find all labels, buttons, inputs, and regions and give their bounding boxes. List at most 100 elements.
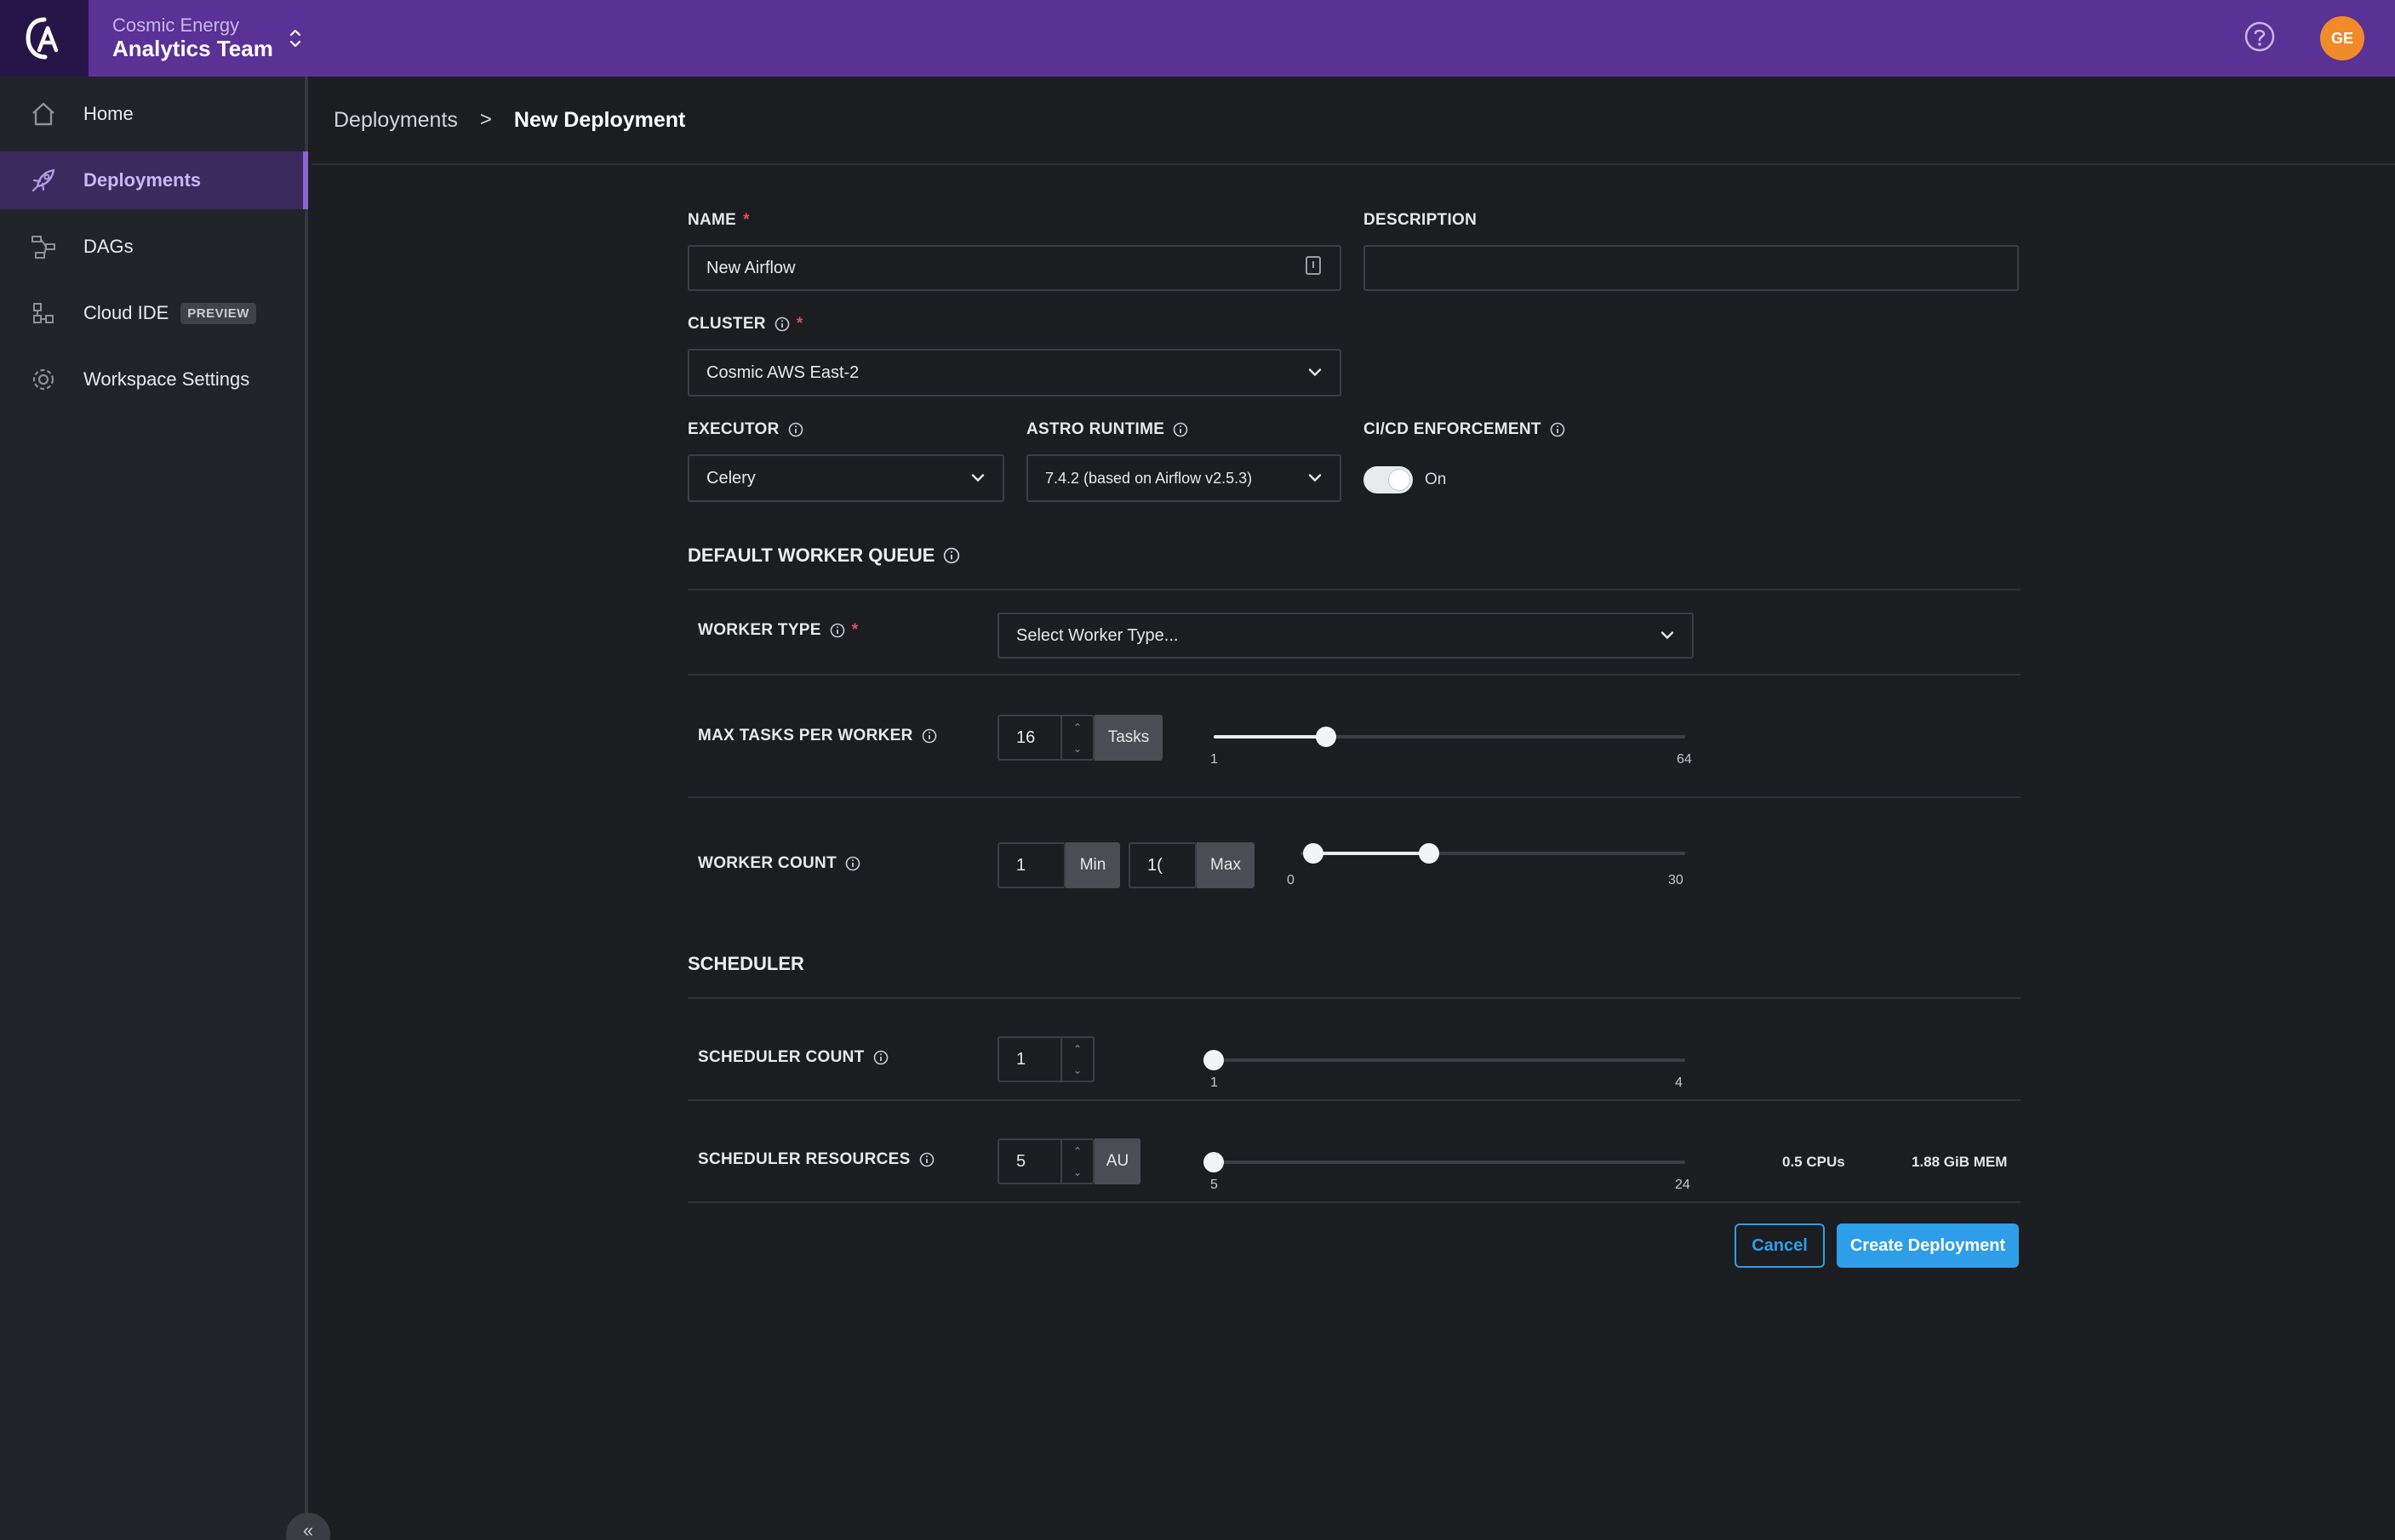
scheduler-count-slider[interactable]: [1203, 1050, 1685, 1070]
worker-type-label: WORKER TYPE *: [698, 621, 859, 639]
info-icon[interactable]: [845, 856, 860, 871]
user-avatar[interactable]: GE: [2320, 16, 2364, 60]
astronomer-logo[interactable]: [0, 0, 89, 77]
max-tasks-value: 16: [1016, 727, 1036, 747]
workspace-name: Analytics Team: [112, 36, 273, 61]
description-field[interactable]: [1363, 245, 2019, 291]
chevron-down-icon: [1660, 626, 1675, 646]
max-tasks-slider[interactable]: [1214, 727, 1685, 747]
info-icon[interactable]: [922, 728, 937, 744]
slider-min-label: 1: [1210, 1075, 1218, 1090]
tasks-unit: Tasks: [1095, 715, 1163, 761]
info-icon[interactable]: [830, 623, 845, 638]
divider: [688, 674, 2021, 676]
sidebar-item-label: Deployments: [83, 169, 202, 191]
astro-runtime-select[interactable]: 7.4.2 (based on Airflow v2.5.3): [1026, 454, 1341, 502]
organization-name: Cosmic Energy: [112, 14, 240, 36]
name-field[interactable]: New Airflow: [688, 245, 1341, 291]
chevron-up-down-icon: [289, 27, 302, 54]
breadcrumb: Deployments > New Deployment: [312, 77, 2395, 165]
dag-icon: [27, 231, 60, 263]
stepper[interactable]: ⌃ ⌄: [1060, 716, 1093, 759]
sidebar-item-label: DAGs: [83, 236, 134, 257]
cluster-value: Cosmic AWS East-2: [706, 362, 860, 382]
slider-min-label: 0: [1287, 873, 1295, 887]
sidebar-item-cloud-ide[interactable]: Cloud IDE PREVIEW: [0, 284, 305, 342]
scheduler-resources-label: SCHEDULER RESOURCES: [698, 1150, 935, 1169]
sidebar-item-dags[interactable]: DAGs: [0, 218, 305, 276]
memory-readout: 1.88 GiB MEM: [1912, 1154, 2008, 1170]
help-icon[interactable]: [2244, 20, 2276, 57]
max-tasks-label: MAX TASKS PER WORKER: [698, 727, 937, 745]
max-unit: Max: [1197, 842, 1255, 888]
worker-type-select[interactable]: Select Worker Type...: [997, 613, 1694, 659]
slider-thumb-max[interactable]: [1418, 843, 1439, 864]
breadcrumb-separator: >: [479, 108, 492, 131]
home-icon: [27, 98, 60, 130]
cicd-enforcement-label: CI/CD ENFORCEMENT: [1363, 420, 1565, 439]
workspace-switcher[interactable]: Cosmic Energy Analytics Team: [112, 15, 302, 61]
scheduler-resources-input[interactable]: 5 ⌃ ⌄: [997, 1138, 1095, 1184]
clipboard-icon[interactable]: [1304, 254, 1323, 282]
worker-count-range-slider[interactable]: [1300, 843, 1685, 864]
slider-thumb-min[interactable]: [1303, 843, 1324, 864]
step-down-icon: ⌄: [1072, 1064, 1083, 1076]
stepper[interactable]: ⌃ ⌄: [1060, 1038, 1093, 1081]
step-down-icon: ⌄: [1072, 742, 1083, 755]
executor-select[interactable]: Celery: [688, 454, 1004, 502]
astro-runtime-value: 7.4.2 (based on Airflow v2.5.3): [1045, 469, 1253, 487]
sidebar-item-home[interactable]: Home: [0, 85, 305, 143]
cluster-label: CLUSTER *: [688, 315, 803, 333]
slider-min-label: 5: [1210, 1178, 1218, 1192]
slider-thumb[interactable]: [1315, 727, 1336, 747]
min-unit: Min: [1066, 842, 1120, 888]
sidebar-item-deployments[interactable]: Deployments: [0, 151, 308, 209]
astro-runtime-label: ASTRO RUNTIME: [1026, 420, 1188, 439]
chevron-down-icon: [1307, 470, 1323, 488]
worker-count-label: WORKER COUNT: [698, 854, 860, 873]
executor-label: EXECUTOR: [688, 420, 803, 439]
divider: [688, 1099, 2021, 1101]
info-icon[interactable]: [943, 547, 960, 564]
cluster-select[interactable]: Cosmic AWS East-2: [688, 349, 1341, 396]
create-deployment-button[interactable]: Create Deployment: [1837, 1223, 2019, 1268]
info-icon[interactable]: [1550, 422, 1565, 437]
worker-count-max-input[interactable]: 1(: [1129, 842, 1197, 888]
info-icon[interactable]: [1173, 422, 1188, 437]
slider-thumb[interactable]: [1203, 1050, 1224, 1070]
sidebar-item-label: Workspace Settings: [83, 368, 250, 390]
rocket-icon: [27, 164, 60, 197]
scheduler-resources-slider[interactable]: [1203, 1152, 1685, 1172]
info-icon[interactable]: [775, 317, 790, 332]
slider-thumb[interactable]: [1203, 1152, 1224, 1172]
slider-max-label: 4: [1675, 1075, 1683, 1090]
cicd-toggle-state: On: [1425, 471, 1447, 488]
sidebar-item-label: Home: [83, 103, 134, 124]
stepper[interactable]: ⌃ ⌄: [1060, 1140, 1093, 1183]
default-worker-queue-heading: DEFAULT WORKER QUEUE: [688, 545, 960, 567]
step-down-icon: ⌄: [1072, 1166, 1083, 1178]
executor-value: Celery: [706, 468, 756, 488]
slider-fill: [1214, 735, 1326, 739]
worker-count-min-value: 1: [1016, 855, 1026, 875]
cancel-button[interactable]: Cancel: [1735, 1223, 1825, 1268]
name-label: NAME *: [688, 211, 750, 229]
info-icon[interactable]: [873, 1050, 889, 1065]
info-icon[interactable]: [788, 422, 803, 437]
worker-count-min-input[interactable]: 1: [997, 842, 1066, 888]
max-tasks-input[interactable]: 16 ⌃ ⌄: [997, 715, 1095, 761]
worker-type-placeholder: Select Worker Type...: [1016, 625, 1179, 645]
au-unit: AU: [1095, 1138, 1140, 1184]
slider-min-label: 1: [1210, 752, 1218, 767]
scheduler-count-value: 1: [1016, 1049, 1026, 1069]
logo-icon: [26, 17, 59, 60]
step-up-icon: ⌃: [1072, 1144, 1083, 1157]
breadcrumb-deployments-link[interactable]: Deployments: [334, 108, 458, 133]
step-up-icon: ⌃: [1072, 1042, 1083, 1055]
scheduler-count-input[interactable]: 1 ⌃ ⌄: [997, 1036, 1095, 1082]
cicd-enforcement-toggle[interactable]: [1363, 466, 1413, 493]
info-icon[interactable]: [919, 1152, 935, 1167]
sidebar-item-workspace-settings[interactable]: Workspace Settings: [0, 351, 305, 408]
scheduler-count-label: SCHEDULER COUNT: [698, 1048, 889, 1067]
name-value: New Airflow: [706, 258, 796, 277]
